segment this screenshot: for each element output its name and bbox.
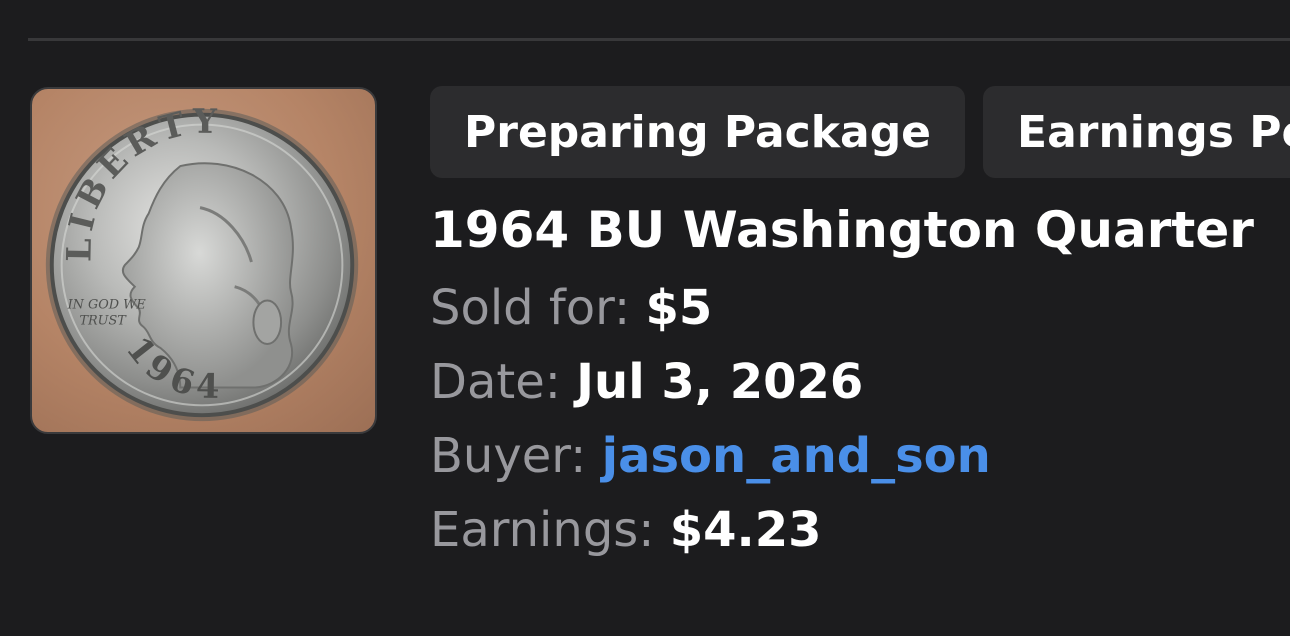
chip-earnings-pending[interactable]: Earnings Pending (983, 86, 1290, 178)
buyer-label: Buyer: (430, 428, 587, 484)
buyer-link[interactable]: jason_and_son (602, 428, 991, 484)
coin-motto-line2: TRUST (79, 313, 127, 328)
chip-preparing-package[interactable]: Preparing Package (430, 86, 966, 178)
date-label: Date: (430, 354, 561, 410)
sold-for-row: Sold for: $5 (430, 278, 712, 338)
divider (28, 38, 1290, 41)
item-image[interactable]: LIBERTY IN GOD WE TRUST 1964 (30, 87, 377, 434)
earnings-value: $4.23 (669, 502, 822, 558)
sold-for-value: $5 (645, 280, 713, 336)
sold-for-label: Sold for: (430, 280, 631, 336)
coin-photo-icon: LIBERTY IN GOD WE TRUST 1964 (45, 101, 359, 422)
earnings-row: Earnings: $4.23 (430, 500, 822, 560)
date-value: Jul 3, 2026 (576, 354, 864, 410)
item-title[interactable]: 1964 BU Washington Quarter (430, 198, 1254, 262)
date-row: Date: Jul 3, 2026 (430, 352, 863, 412)
earnings-label: Earnings: (430, 502, 655, 558)
order-detail-view: LIBERTY IN GOD WE TRUST 1964 Preparing P… (0, 0, 1290, 636)
coin-motto-line1: IN GOD WE (67, 297, 147, 312)
buyer-row: Buyer: jason_and_son (430, 426, 991, 486)
status-chips: Preparing Package Earnings Pending (430, 86, 1290, 178)
